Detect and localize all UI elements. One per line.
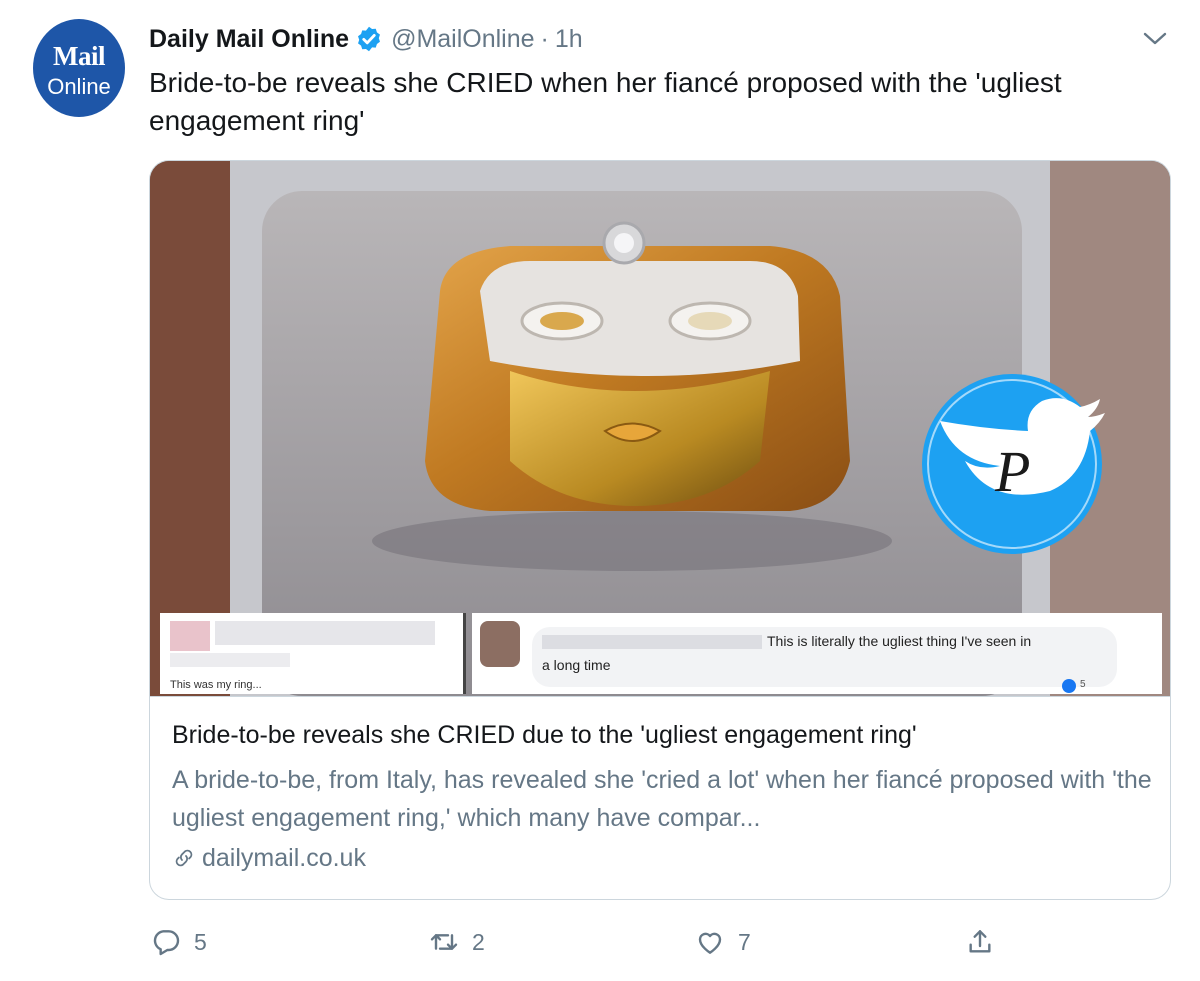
- comment-line2: a long time: [542, 657, 611, 673]
- comment-left-text: This was my ring...: [170, 679, 262, 691]
- verified-icon: [358, 26, 381, 52]
- card-description: A bride-to-be, from Italy, has revealed …: [172, 766, 1152, 832]
- card-image[interactable]: P This was my ring... This is literally …: [150, 161, 1170, 696]
- retweet-button[interactable]: 2: [428, 920, 485, 964]
- tweet[interactable]: Mail Online Daily Mail Online @MailOnlin…: [0, 0, 1200, 981]
- reply-count: 5: [194, 928, 207, 955]
- tweet-text: Bride-to-be reveals she CRIED when her f…: [149, 67, 1062, 136]
- share-icon: [969, 930, 991, 953]
- comment-bubble: This is literally the ugliest thing I've…: [532, 627, 1117, 687]
- chevron-down-icon[interactable]: [1140, 29, 1170, 49]
- comment-screenshot-right: This is literally the ugliest thing I've…: [472, 613, 1162, 694]
- blurred-name: [215, 621, 435, 645]
- separator: ·: [540, 24, 549, 53]
- comment-line1: This is literally the ugliest thing I've…: [767, 633, 1032, 649]
- timestamp[interactable]: 1h: [555, 25, 583, 54]
- comment-screenshot-left: This was my ring...: [160, 613, 466, 694]
- card-link[interactable]: dailymail.co.uk: [172, 841, 366, 875]
- reaction-count: 5: [1080, 679, 1086, 690]
- like-button[interactable]: 7: [694, 920, 751, 964]
- blurred-commenter-name: [542, 635, 762, 649]
- link-card[interactable]: P This was my ring... This is literally …: [149, 160, 1171, 900]
- reply-icon: [153, 930, 180, 956]
- account-handle[interactable]: @MailOnline: [391, 25, 534, 54]
- link-icon: [175, 849, 193, 867]
- tweet-header: Daily Mail Online @MailOnline · 1h: [149, 22, 583, 56]
- account-name[interactable]: Daily Mail Online: [149, 25, 349, 54]
- blurred-text: [170, 653, 290, 667]
- watermark-letter: P: [994, 439, 1030, 504]
- blurred-avatar: [170, 621, 210, 651]
- card-link-domain[interactable]: dailymail.co.uk: [202, 844, 366, 873]
- share-button[interactable]: [964, 920, 996, 964]
- retweet-icon: [430, 934, 458, 950]
- retweet-count: 2: [472, 928, 485, 955]
- avatar-logo-line2: Online: [47, 74, 111, 99]
- like-count: 7: [738, 928, 751, 955]
- commenter-avatar: [480, 621, 520, 667]
- reply-button[interactable]: 5: [150, 920, 207, 964]
- card-body[interactable]: Bride-to-be reveals she CRIED due to the…: [150, 696, 1170, 899]
- avatar[interactable]: Mail Online: [33, 19, 125, 117]
- avatar-logo-line1: Mail: [53, 41, 106, 71]
- like-icon: [698, 932, 722, 954]
- card-title[interactable]: Bride-to-be reveals she CRIED due to the…: [172, 721, 917, 750]
- reaction-icon: [1062, 679, 1076, 693]
- tweet-actions: 5 2 7: [0, 920, 1200, 964]
